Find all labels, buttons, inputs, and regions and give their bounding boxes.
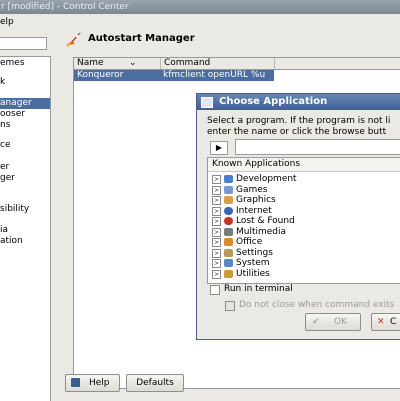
development-icon xyxy=(224,175,233,183)
expand-icon[interactable]: > xyxy=(212,206,221,216)
expand-icon[interactable]: > xyxy=(212,227,221,237)
row-name: Konqueror xyxy=(77,70,124,80)
list-header: Name ⌄ Command xyxy=(74,58,400,70)
applications-tree[interactable]: Known Applications > Development > Games… xyxy=(207,157,400,284)
defaults-button[interactable]: Defaults xyxy=(126,374,184,392)
sidebar-item[interactable]: k xyxy=(0,77,50,88)
run-in-terminal-label: Run in terminal xyxy=(224,284,293,294)
sidebar-item[interactable]: ger xyxy=(0,173,50,184)
sidebar-item[interactable]: er xyxy=(0,162,50,173)
choose-application-dialog: Choose Application Select a program. If … xyxy=(196,93,400,340)
row-command: kfmclient openURL %u xyxy=(163,70,266,80)
multimedia-icon xyxy=(224,227,233,236)
expand-icon[interactable]: > xyxy=(212,185,221,195)
cancel-button[interactable]: ✕ C xyxy=(371,313,400,331)
sidebar-item[interactable]: emes xyxy=(0,58,50,69)
sidebar-item[interactable]: ce xyxy=(0,140,50,151)
office-icon xyxy=(224,238,233,246)
utilities-icon xyxy=(224,269,233,278)
run-command-icon: ▶ xyxy=(210,141,228,155)
dialog-title: Choose Application xyxy=(219,96,328,107)
sidebar-item[interactable]: ia xyxy=(0,225,50,236)
graphics-icon xyxy=(224,196,233,204)
sort-down-icon: ⌄ xyxy=(129,58,137,68)
window-titlebar: r [modified] - Control Center xyxy=(0,0,400,14)
games-icon xyxy=(224,185,233,194)
menubar: elp xyxy=(0,14,400,30)
sidebar: emes k anager ooser ns ce er ger sibilit… xyxy=(0,30,52,401)
run-in-terminal-checkbox[interactable] xyxy=(210,285,220,295)
expand-icon[interactable]: > xyxy=(212,259,221,268)
search-input[interactable] xyxy=(0,37,47,50)
sidebar-item[interactable]: ooser xyxy=(0,109,50,120)
expand-icon[interactable]: > xyxy=(212,175,221,184)
do-not-close-label: Do not close when command exits xyxy=(239,300,395,310)
sidebar-item[interactable]: ns xyxy=(0,120,50,131)
column-header-name[interactable]: Name ⌄ xyxy=(74,58,161,69)
bottom-bar: Help Defaults xyxy=(56,370,400,400)
help-button[interactable]: Help xyxy=(65,374,120,392)
expand-icon[interactable]: > xyxy=(212,248,221,258)
ok-button[interactable]: ✔ OK xyxy=(305,313,361,331)
sidebar-item[interactable]: ation xyxy=(0,236,50,247)
do-not-close-checkbox xyxy=(225,301,235,311)
rocket-icon xyxy=(66,32,81,47)
tree-header: Known Applications xyxy=(208,158,400,172)
command-input[interactable] xyxy=(235,139,400,155)
system-icon xyxy=(224,259,233,267)
expand-icon[interactable]: > xyxy=(212,196,221,205)
window-icon xyxy=(201,97,213,108)
module-title: Autostart Manager xyxy=(88,33,195,44)
menu-help[interactable]: elp xyxy=(0,17,14,27)
expand-icon[interactable]: > xyxy=(212,269,221,279)
column-header-command[interactable]: Command xyxy=(161,58,275,69)
internet-icon xyxy=(224,206,233,215)
cancel-x-icon: ✕ xyxy=(377,317,385,327)
dialog-instructions: Select a program. If the program is not … xyxy=(207,116,391,137)
expand-icon[interactable]: > xyxy=(212,217,221,226)
sidebar-item-autostart[interactable]: anager xyxy=(0,98,50,109)
table-row[interactable]: Konqueror kfmclient openURL %u xyxy=(74,70,274,81)
settings-icon xyxy=(224,248,233,257)
checkmark-icon: ✔ xyxy=(312,317,320,327)
lost-found-icon xyxy=(224,217,233,225)
sidebar-item[interactable]: sibility xyxy=(0,204,50,215)
dialog-titlebar: Choose Application xyxy=(197,94,400,110)
expand-icon[interactable]: > xyxy=(212,238,221,247)
module-tree: emes k anager ooser ns ce er ger sibilit… xyxy=(0,56,51,401)
window-title: r [modified] - Control Center xyxy=(1,2,129,12)
help-book-icon xyxy=(71,378,80,387)
